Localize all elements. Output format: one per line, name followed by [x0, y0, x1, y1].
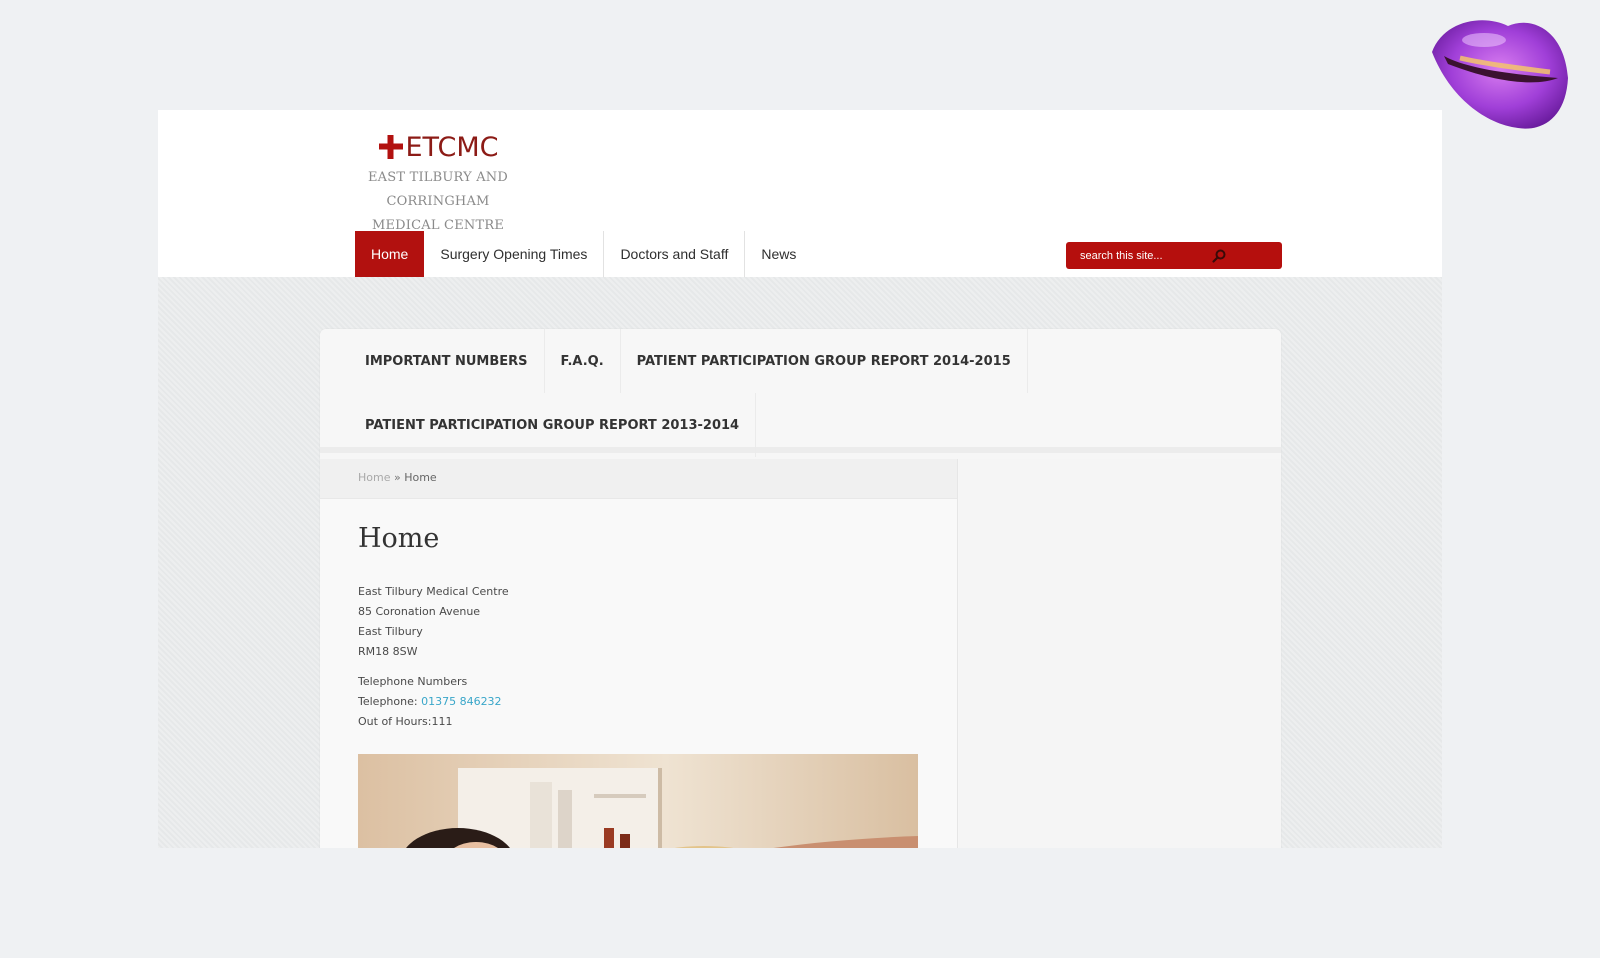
- nav-item-home[interactable]: Home: [355, 231, 425, 277]
- out-of-hours: Out of Hours:111: [358, 715, 453, 728]
- address-line: 85 Coronation Avenue: [358, 605, 481, 618]
- telephone-line: Telephone: 01375 846232: [358, 692, 502, 712]
- medical-cross-icon: [378, 135, 403, 159]
- content-card: IMPORTANT NUMBERS F.A.Q. PATIENT PARTICI…: [320, 329, 1281, 848]
- logo-mark: ETCMC: [378, 128, 499, 166]
- photo-illustration: [358, 754, 918, 848]
- address-line: East Tilbury Medical Centre: [358, 585, 509, 598]
- sub-nav-row: IMPORTANT NUMBERS F.A.Q. PATIENT PARTICI…: [349, 329, 1028, 393]
- search-input[interactable]: [1080, 249, 1205, 262]
- address-block: East Tilbury Medical Centre 85 Coronatio…: [358, 582, 509, 662]
- site-logo[interactable]: ETCMC EAST TILBURY AND CORRINGHAM MEDICA…: [326, 128, 550, 238]
- logo-subtitle-line1: EAST TILBURY AND CORRINGHAM: [367, 170, 509, 209]
- sub-nav-ppg-report-2013-2014[interactable]: PATIENT PARTICIPATION GROUP REPORT 2013-…: [349, 393, 757, 457]
- lips-logo-icon: [1432, 20, 1568, 129]
- breadcrumb-bar: Home » Home: [320, 459, 957, 499]
- telephone-number-link[interactable]: 01375 846232: [421, 695, 501, 708]
- telephone-label: Telephone:: [358, 695, 422, 708]
- nav-item-surgery-opening-times[interactable]: Surgery Opening Times: [424, 231, 605, 277]
- page-title: Home: [358, 523, 440, 554]
- logo-text: ETCMC: [405, 131, 499, 163]
- page-frame: ETCMC EAST TILBURY AND CORRINGHAM MEDICA…: [158, 110, 1442, 848]
- telephone-block: Telephone Numbers Telephone: 01375 84623…: [358, 672, 502, 732]
- breadcrumb-separator: »: [393, 471, 401, 484]
- site-header: ETCMC EAST TILBURY AND CORRINGHAM MEDICA…: [158, 110, 1442, 277]
- main-nav: Home Surgery Opening Times Doctors and S…: [355, 231, 812, 277]
- main-content: Home » Home Home East Tilbury Medical Ce…: [320, 459, 958, 848]
- sub-nav-important-numbers[interactable]: IMPORTANT NUMBERS: [349, 329, 545, 393]
- address-line: East Tilbury: [358, 625, 423, 638]
- nav-item-doctors-and-staff[interactable]: Doctors and Staff: [604, 231, 746, 277]
- sub-nav-row: PATIENT PARTICIPATION GROUP REPORT 2013-…: [349, 393, 757, 457]
- search-box: [1066, 242, 1282, 269]
- nav-item-news[interactable]: News: [745, 231, 812, 277]
- breadcrumb-current: Home: [404, 471, 437, 484]
- sidebar: [959, 459, 1281, 848]
- breadcrumb-home-link[interactable]: Home: [358, 471, 390, 484]
- sub-nav-faq[interactable]: F.A.Q.: [545, 329, 621, 393]
- delicious-webdesign-badge: [1426, 12, 1574, 136]
- search-icon[interactable]: [1211, 248, 1227, 264]
- page-sub-nav: IMPORTANT NUMBERS F.A.Q. PATIENT PARTICI…: [320, 329, 1281, 457]
- telephone-heading: Telephone Numbers: [358, 675, 468, 688]
- address-line: RM18 8SW: [358, 645, 418, 658]
- sub-nav-ppg-report-2014-2015[interactable]: PATIENT PARTICIPATION GROUP REPORT 2014-…: [621, 329, 1028, 393]
- doctor-patient-photo: [358, 754, 918, 848]
- breadcrumb: Home » Home: [358, 471, 437, 484]
